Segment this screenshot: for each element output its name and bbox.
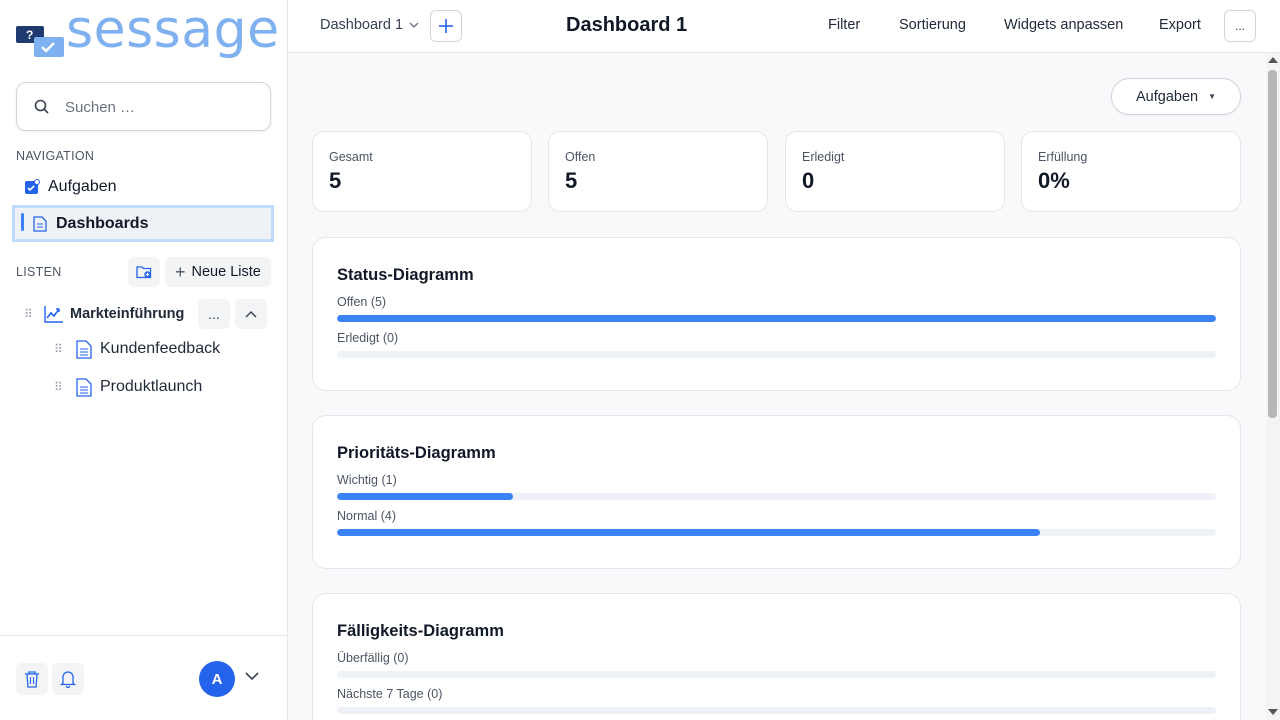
widget-due-chart: Fälligkeits-Diagramm Überfällig (0) Näch… — [312, 593, 1241, 720]
kpi-value: 5 — [565, 168, 578, 193]
widget-title: Prioritäts-Diagramm — [337, 444, 496, 462]
drag-handle-icon[interactable]: ⠿ — [54, 380, 66, 394]
bar-track — [337, 493, 1216, 500]
kpi-card-total: Gesamt 5 — [312, 131, 532, 212]
folder-add-icon — [136, 266, 152, 279]
scroll-down-arrow-icon[interactable] — [1268, 709, 1278, 715]
plus-icon: + — [175, 262, 186, 282]
scroll-up-arrow-icon[interactable] — [1268, 57, 1278, 63]
kpi-label: Erfüllung — [1038, 150, 1088, 164]
bar-track — [337, 529, 1216, 536]
collapse-button[interactable] — [235, 299, 267, 329]
navigation-heading: NAVIGATION — [16, 149, 95, 163]
bar-track — [337, 707, 1216, 714]
more-options-button[interactable]: ... — [1224, 10, 1256, 42]
kpi-value: 0% — [1038, 168, 1070, 193]
kpi-value: 0 — [802, 168, 815, 193]
kpi-value: 5 — [329, 168, 342, 193]
active-indicator — [21, 213, 24, 231]
tasks-dropdown-label: Aufgaben — [1135, 88, 1199, 105]
bar-label: Erledigt (0) — [337, 331, 399, 345]
app-logo[interactable]: ? sessage — [16, 4, 279, 66]
widget-priority-chart: Prioritäts-Diagramm Wichtig (1) Normal (… — [312, 415, 1241, 569]
logo-text: sessage — [66, 0, 280, 60]
bar-fill — [337, 493, 513, 500]
sidebar: ? sessage NAVIGATION Aufgaben — [0, 0, 288, 720]
bar-track — [337, 315, 1216, 322]
search-icon — [34, 99, 49, 114]
chart-trend-icon — [44, 306, 63, 323]
bar-label: Offen (5) — [337, 295, 387, 309]
bar-label: Überfällig (0) — [337, 651, 409, 665]
bar-fill — [337, 529, 1041, 536]
new-list-button[interactable]: + Neue Liste — [165, 257, 271, 287]
sidebar-item-dashboards[interactable]: Dashboards — [12, 205, 274, 242]
plus-icon — [439, 19, 453, 33]
dashboard-content: Aufgaben ▼ Gesamt 5 Offen 5 Erledigt 0 E… — [288, 53, 1266, 720]
kpi-card-done: Erledigt 0 — [785, 131, 1005, 212]
chevron-up-icon — [245, 311, 257, 318]
top-bar: Dashboard 1 Dashboard 1 Filter Sortierun… — [288, 0, 1280, 53]
bar-label: Wichtig (1) — [337, 473, 397, 487]
trash-icon — [25, 671, 39, 688]
list-item-produktlaunch[interactable]: ⠿ Produktlaunch — [54, 372, 254, 402]
chevron-down-icon[interactable] — [245, 672, 259, 681]
widget-status-chart: Status-Diagramm Offen (5) Erledigt (0) — [312, 237, 1241, 391]
widget-title: Fälligkeits-Diagramm — [337, 622, 504, 640]
bar-label: Nächste 7 Tage (0) — [337, 687, 443, 701]
widget-title: Status-Diagramm — [337, 266, 474, 284]
kpi-card-open: Offen 5 — [548, 131, 768, 212]
tasks-icon — [23, 178, 41, 196]
document-icon — [31, 215, 49, 233]
lists-heading: LISTEN — [16, 265, 62, 279]
sidebar-item-aufgaben[interactable]: Aufgaben — [12, 170, 274, 204]
list-label: Markteinführung — [70, 306, 185, 322]
kpi-card-completion: Erfüllung 0% — [1021, 131, 1241, 212]
logo-icon: ? — [16, 26, 64, 57]
tasks-dropdown-button[interactable]: Aufgaben ▼ — [1111, 78, 1241, 115]
bar-track — [337, 351, 1216, 358]
customize-widgets-button[interactable]: Widgets anpassen — [1004, 17, 1123, 33]
export-button[interactable]: Export — [1159, 17, 1201, 33]
kpi-label: Gesamt — [329, 150, 373, 164]
avatar[interactable]: A — [199, 661, 235, 697]
search-box[interactable] — [16, 82, 271, 131]
sidebar-item-label: Aufgaben — [48, 178, 117, 195]
chevron-down-icon — [409, 22, 419, 28]
trash-button[interactable] — [16, 663, 48, 695]
bell-icon — [60, 671, 76, 688]
kpi-label: Erledigt — [802, 150, 845, 164]
scrollbar-thumb[interactable] — [1268, 70, 1277, 418]
dashboard-select[interactable]: Dashboard 1 — [320, 17, 419, 33]
list-label: Produktlaunch — [100, 378, 203, 395]
new-list-label: Neue Liste — [191, 264, 261, 280]
bar-track — [337, 671, 1216, 678]
add-dashboard-button[interactable] — [430, 10, 462, 42]
document-icon — [76, 377, 92, 397]
caret-down-icon: ▼ — [1208, 92, 1216, 101]
dashboard-select-value: Dashboard 1 — [320, 17, 404, 33]
sort-button[interactable]: Sortierung — [899, 17, 966, 33]
kpi-label: Offen — [565, 150, 596, 164]
page-title: Dashboard 1 — [566, 14, 688, 36]
bar-fill — [337, 315, 1216, 322]
sidebar-item-label: Dashboards — [56, 214, 149, 232]
list-more-button[interactable]: ... — [198, 299, 230, 329]
filter-button[interactable]: Filter — [828, 17, 860, 33]
list-item-kundenfeedback[interactable]: ⠿ Kundenfeedback — [54, 334, 254, 364]
drag-handle-icon[interactable]: ⠿ — [24, 307, 36, 321]
svg-text:?: ? — [26, 28, 33, 42]
list-label: Kundenfeedback — [100, 340, 221, 357]
drag-handle-icon[interactable]: ⠿ — [54, 342, 66, 356]
new-folder-button[interactable] — [128, 257, 160, 287]
search-input[interactable] — [65, 95, 260, 119]
sidebar-footer: A — [0, 635, 287, 720]
notifications-button[interactable] — [52, 663, 84, 695]
document-icon — [76, 339, 92, 359]
list-item-markteinfuehrung[interactable]: ⠿ Markteinführung ... — [24, 299, 269, 329]
bar-label: Normal (4) — [337, 509, 397, 523]
